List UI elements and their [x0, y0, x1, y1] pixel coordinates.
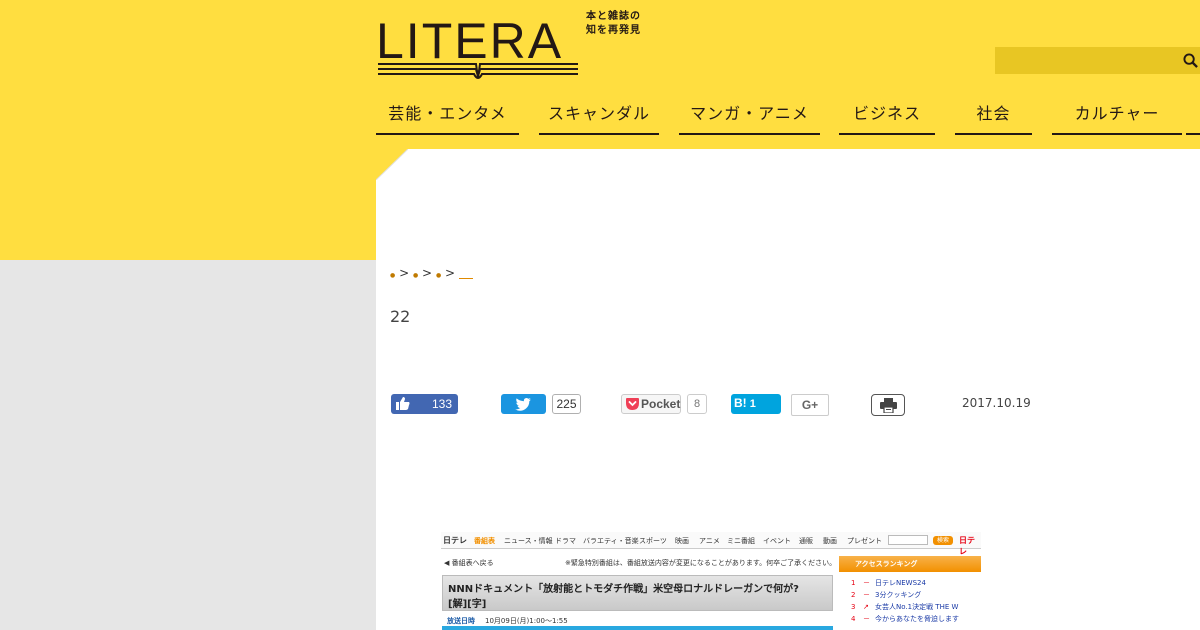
nav-item-society[interactable]: 社会 [955, 100, 1032, 135]
breadcrumb-subcategory[interactable]: ● [436, 272, 441, 279]
twitter-count: 225 [552, 394, 581, 414]
nav-item-business[interactable]: ビジネス [839, 100, 935, 135]
screenshot-nav-item: ミニ番組 [727, 537, 755, 545]
article-panel: ● > ● > ● > 22 133 225 Pocket 8 B! 1 G+ [376, 149, 1200, 630]
screenshot-ranking-item: 4 －今からあなたを脅迫します [851, 615, 959, 623]
site-logo[interactable]: LITERA 本と雑誌の 知を再発見 [376, 8, 656, 88]
screenshot-back-link: ◀ 番組表へ戻る [444, 559, 494, 567]
pocket-button[interactable]: Pocket [621, 394, 681, 414]
screenshot-search-button: 検索 [933, 536, 953, 545]
screenshot-ranking-item: 3 ↗ 女芸人No.1決定戦 THE W [851, 603, 959, 611]
print-button[interactable] [871, 394, 905, 416]
screenshot-ranking-item: 1 －日テレNEWS24 [851, 579, 926, 587]
page-corner-fold [376, 149, 408, 180]
logo-tagline: 本と雑誌の 知を再発見 [586, 11, 641, 36]
screenshot-ranking-item: 2 － 3分クッキング [851, 591, 922, 599]
search-icon[interactable] [1183, 53, 1198, 68]
breadcrumb-home[interactable]: ● [390, 272, 395, 279]
pocket-icon [626, 398, 639, 410]
screenshot-title-box: NNNドキュメント「放射能とトモダチ作戦」米空母ロナルドレーガンで何が? [解]… [442, 575, 833, 611]
embedded-screenshot: 日テレ 番組表 ニュース・情報 ドラマ バラエティ・音楽 スポーツ 映画 アニメ… [441, 532, 981, 630]
breadcrumb-current [458, 269, 473, 279]
nav-item-scandal[interactable]: スキャンダル [539, 100, 659, 135]
nav-item-more[interactable] [1186, 100, 1200, 135]
screenshot-corner-logo: 日テレ [959, 536, 975, 556]
article-date: 2017.10.19 [962, 396, 1031, 410]
screenshot-ranking-header: アクセスランキング [839, 556, 981, 572]
hatena-bookmark-button[interactable]: B! 1 [731, 394, 781, 414]
book-icon [378, 63, 578, 79]
screenshot-divider [442, 626, 833, 630]
printer-icon [880, 398, 897, 413]
screenshot-nav-item: アニメ [699, 537, 720, 545]
screenshot-nav-item: スポーツ [639, 537, 667, 545]
hatena-icon: B! [734, 396, 747, 410]
facebook-like-button[interactable]: 133 [391, 394, 458, 414]
screenshot-nav-item: イベント [763, 537, 791, 545]
screenshot-nav: 日テレ 番組表 ニュース・情報 ドラマ バラエティ・音楽 スポーツ 映画 アニメ… [441, 532, 981, 556]
screenshot-nav-item: プレゼント [847, 537, 882, 545]
pocket-count: 8 [687, 394, 707, 414]
thumbs-up-icon [396, 397, 410, 410]
screenshot-nav-item: 通販 [799, 537, 813, 545]
screenshot-nav-item: 動画 [823, 537, 837, 545]
screenshot-program-title: NNNドキュメント「放射能とトモダチ作戦」米空母ロナルドレーガンで何が? [448, 584, 799, 595]
screenshot-broadcast: 放送日時 10月09日(月)1:00〜1:55 [447, 617, 568, 625]
facebook-count: 133 [431, 397, 452, 411]
google-plus-button[interactable]: G+ [791, 394, 829, 416]
breadcrumb: ● > ● > ● > [390, 266, 473, 280]
nav-item-entertainment[interactable]: 芸能・エンタメ [376, 100, 519, 135]
breadcrumb-category[interactable]: ● [413, 272, 418, 279]
screenshot-nav-item: ドラマ [555, 537, 576, 545]
screenshot-program-tags: [解][字] [448, 599, 487, 610]
screenshot-search-field [888, 535, 928, 545]
screenshot-nav-item: ニュース・情報 [504, 537, 553, 545]
article-title: 22 [390, 307, 411, 326]
nav-item-manga-anime[interactable]: マンガ・アニメ [679, 100, 820, 135]
screenshot-notice: ※緊急特別番組は、番組放送内容が変更になることがあります。何卒ご了承ください。 [565, 559, 837, 567]
hatena-count: 1 [749, 398, 756, 410]
screenshot-logo: 日テレ [443, 536, 467, 545]
screenshot-nav-item: バラエティ・音楽 [583, 537, 639, 545]
twitter-bird-icon [515, 398, 531, 411]
nav-item-culture[interactable]: カルチャー [1052, 100, 1182, 135]
logo-text: LITERA [376, 13, 564, 69]
tweet-button[interactable] [501, 394, 546, 414]
screenshot-nav-item: 番組表 [474, 537, 495, 545]
screenshot-nav-item: 映画 [675, 537, 689, 545]
search-input[interactable] [995, 47, 1200, 74]
